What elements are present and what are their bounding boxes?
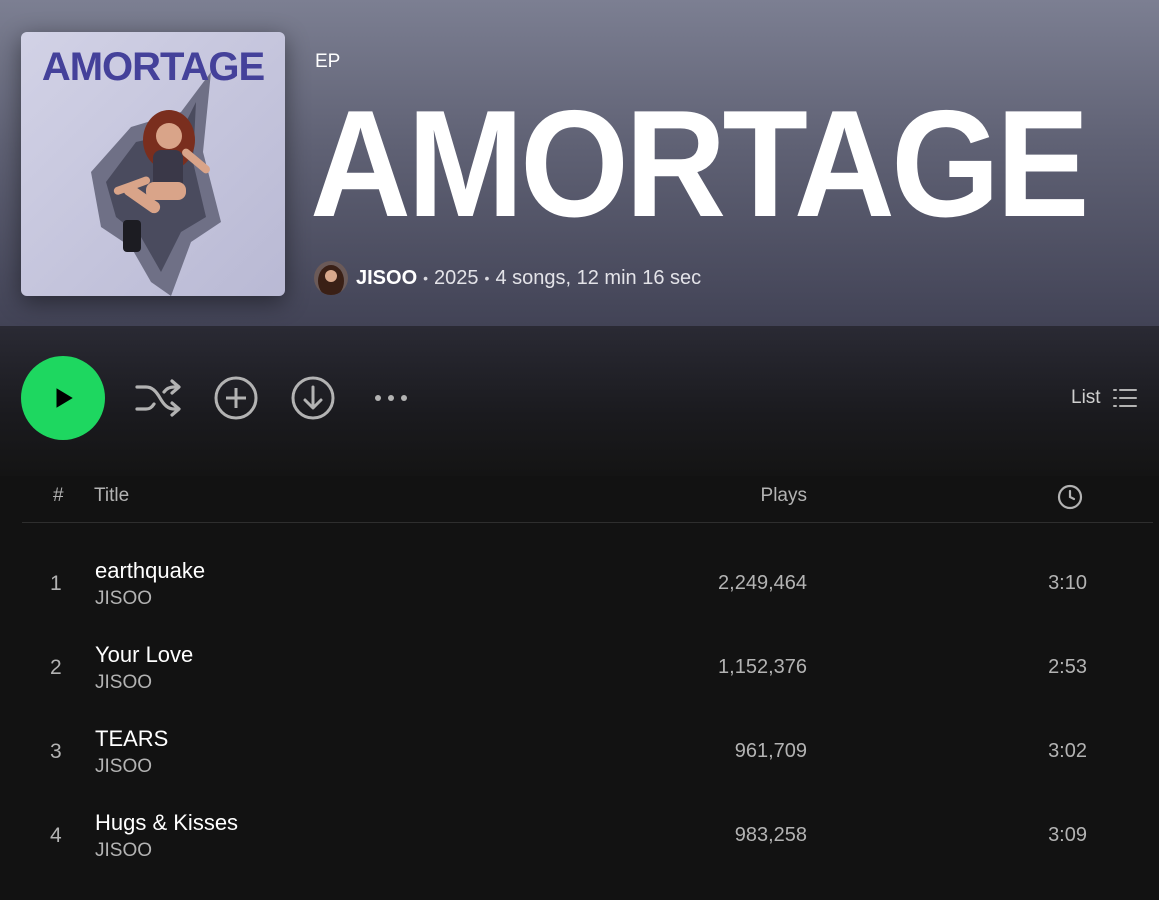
track-title[interactable]: earthquake <box>95 558 205 584</box>
track-row[interactable]: 2 Your Love JISOO 1,152,376 2:53 <box>22 628 1153 712</box>
view-toggle-label: List <box>1071 387 1101 408</box>
column-header-plays: Plays <box>760 485 807 506</box>
artist-avatar[interactable] <box>314 261 348 295</box>
track-row[interactable]: 3 TEARS JISOO 961,709 3:02 <box>22 712 1153 796</box>
track-artist[interactable]: JISOO <box>95 840 152 862</box>
album-title: AMORTAGE <box>310 79 1090 249</box>
play-button[interactable] <box>21 356 105 440</box>
track-artist[interactable]: JISOO <box>95 756 152 778</box>
track-plays: 961,709 <box>734 740 807 762</box>
download-circle-icon <box>291 376 335 420</box>
release-year: 2025 <box>434 266 479 289</box>
more-options-button[interactable] <box>368 386 414 410</box>
add-to-library-button[interactable] <box>213 375 259 421</box>
track-row[interactable]: 4 Hugs & Kisses JISOO 983,258 3:09 <box>22 796 1153 880</box>
artist-name-link[interactable]: JISOO <box>356 267 417 290</box>
list-view-icon <box>1112 389 1137 407</box>
track-plays: 2,249,464 <box>718 572 807 594</box>
shuffle-button[interactable] <box>133 375 183 421</box>
tracklist-header: # Title Plays <box>22 470 1153 523</box>
meta-separator: • <box>423 270 429 286</box>
track-duration: 2:53 <box>1048 656 1087 678</box>
track-plays: 983,258 <box>734 824 807 846</box>
track-duration: 3:10 <box>1048 572 1087 594</box>
column-header-duration <box>1057 484 1083 516</box>
view-toggle-button[interactable]: List <box>1071 384 1137 412</box>
clock-icon <box>1057 484 1083 510</box>
album-summary: 4 songs, 12 min 16 sec <box>495 266 702 289</box>
add-circle-icon <box>214 376 258 420</box>
shuffle-icon <box>135 379 181 417</box>
track-duration: 3:02 <box>1048 740 1087 762</box>
track-number: 3 <box>50 740 62 763</box>
column-header-title: Title <box>94 485 130 506</box>
download-button[interactable] <box>290 375 336 421</box>
track-artist[interactable]: JISOO <box>95 672 152 694</box>
cover-title-text: AMORTAGE <box>42 45 265 89</box>
album-cover-image[interactable]: AMORTAGE <box>21 32 285 296</box>
track-row[interactable]: 1 earthquake JISOO 2,249,464 3:10 <box>22 544 1153 628</box>
album-meta-row: JISOO • 2025 • 4 songs, 12 min 16 sec <box>314 260 701 296</box>
track-title[interactable]: Your Love <box>95 642 193 668</box>
column-header-number: # <box>53 485 64 506</box>
track-number: 4 <box>50 824 62 847</box>
track-title[interactable]: Hugs & Kisses <box>95 810 238 836</box>
track-duration: 3:09 <box>1048 824 1087 846</box>
track-artist[interactable]: JISOO <box>95 588 152 610</box>
track-plays: 1,152,376 <box>718 656 807 678</box>
play-icon <box>56 388 73 408</box>
track-number: 1 <box>50 572 62 595</box>
meta-separator: • <box>484 270 490 286</box>
more-dots-icon <box>375 395 407 401</box>
release-type-label: EP <box>315 51 341 72</box>
album-header: AMORTAGE EP AMORTAGE JISOO • 2025 • 4 so… <box>0 0 1159 326</box>
track-number: 2 <box>50 656 62 679</box>
track-title[interactable]: TEARS <box>95 726 168 752</box>
